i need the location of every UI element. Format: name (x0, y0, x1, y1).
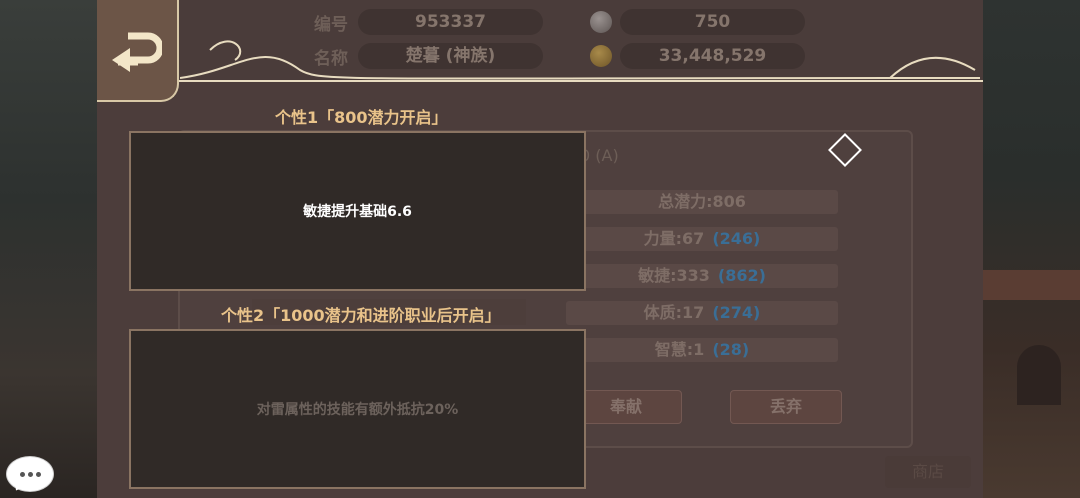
trait2-box: 对雷属性的技能有额外抵抗20% (129, 329, 586, 489)
name-value: 楚暮 (神族) (358, 43, 543, 69)
building-roof (983, 270, 1080, 300)
id-value: 953337 (358, 9, 543, 35)
shop-button[interactable]: 商店 (885, 456, 971, 488)
stat-label: 敏捷:333 (638, 266, 710, 285)
stat-bonus: (274) (712, 303, 761, 322)
stat-bonus: (246) (712, 229, 761, 248)
background-scenery-right (983, 0, 1080, 498)
contribute-button[interactable]: 奉献 (570, 390, 682, 424)
stat-label: 力量:67 (643, 229, 705, 248)
stat-strength: 力量:67 (246) (566, 227, 838, 251)
trait2-title: 个性2「1000潜力和进阶职业后开启」 (221, 306, 501, 325)
gold-count: 33,448,529 (620, 43, 805, 69)
trait1-text: 敏捷提升基础6.6 (303, 204, 412, 220)
stat-constitution: 体质:17 (274) (566, 301, 838, 325)
stat-label: 总潜力:806 (658, 192, 746, 211)
stat-total-potential: 总潜力:806 (566, 190, 838, 214)
chat-dot (36, 472, 41, 477)
ornament-curve (180, 40, 980, 80)
background-scenery-left (0, 0, 97, 498)
gem-icon (590, 11, 612, 33)
stat-wisdom: 智慧:1 (28) (566, 338, 838, 362)
stat-bonus: (28) (712, 340, 750, 359)
trait1-title: 个性1「800潜力开启」 (275, 108, 448, 127)
chat-bubble-icon[interactable] (6, 456, 54, 494)
discard-button[interactable]: 丢弃 (730, 390, 842, 424)
building-window (1017, 345, 1061, 405)
back-arrow-icon[interactable] (108, 32, 162, 78)
chat-dot (20, 472, 25, 477)
stat-label: 智慧:1 (654, 340, 705, 359)
id-label: 编号 (314, 15, 348, 35)
gem-count: 750 (620, 9, 805, 35)
name-label: 名称 (314, 49, 348, 69)
stat-agility: 敏捷:333 (862) (566, 264, 838, 288)
stat-bonus: (862) (717, 266, 766, 285)
chat-dot (28, 472, 33, 477)
gold-coin-icon (590, 45, 612, 67)
trait2-text: 对雷属性的技能有额外抵抗20% (256, 402, 459, 418)
trait1-box: 敏捷提升基础6.6 (129, 131, 586, 291)
stat-label: 体质:17 (643, 303, 705, 322)
